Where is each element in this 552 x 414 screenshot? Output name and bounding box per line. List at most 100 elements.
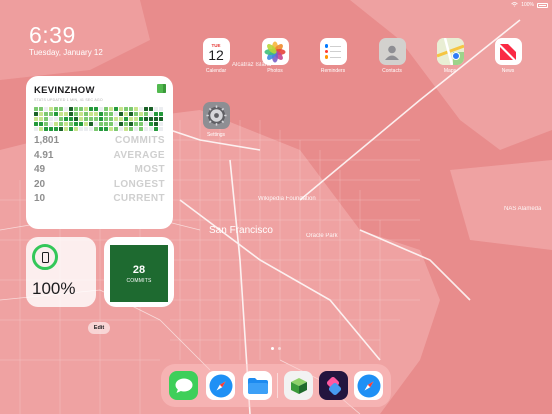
contribution-cell (39, 107, 43, 111)
reminders-icon (319, 38, 347, 65)
contribution-cell (49, 122, 53, 126)
stat-value: 49 (34, 164, 46, 175)
contribution-cell (64, 112, 68, 116)
contribution-cell (54, 122, 58, 126)
contribution-cell (64, 107, 68, 111)
contribution-cell (34, 107, 38, 111)
page-indicator[interactable] (271, 347, 281, 350)
lock-date: Tuesday, January 12 (29, 48, 103, 57)
contribution-cell (79, 122, 83, 126)
app-news[interactable]: News (488, 38, 528, 74)
contribution-cell (149, 107, 153, 111)
contribution-cell (154, 117, 158, 121)
app-reminders[interactable]: Reminders (313, 38, 353, 74)
contribution-cell (104, 107, 108, 111)
commits-label: COMMITS (126, 277, 152, 284)
stat-row: 49 MOST (34, 164, 165, 176)
contacts-icon (378, 38, 406, 65)
app-label: Calendar (205, 68, 227, 74)
github-stats-widget[interactable]: KEVINZHOW STATS UPDATED 1 MIN, 41 SEC AG… (26, 76, 173, 229)
contribution-cell (104, 112, 108, 116)
contribution-cell (44, 127, 48, 131)
files-icon[interactable] (243, 371, 272, 400)
app-label: Maps (443, 68, 457, 74)
battery-widget-percent: 100% (32, 279, 76, 298)
contribution-cell (59, 122, 63, 126)
contribution-cell (119, 107, 123, 111)
app-label: Photos (267, 68, 283, 74)
contribution-cell (154, 112, 158, 116)
contribution-cell (144, 122, 148, 126)
contribution-cell (149, 117, 153, 121)
commits-widget[interactable]: 28 COMMITS (104, 237, 174, 307)
shortcuts-icon[interactable] (319, 371, 348, 400)
photos-icon (261, 38, 289, 65)
contribution-cell (49, 107, 53, 111)
battery-widget[interactable]: 100% (26, 237, 96, 307)
contribution-cell (34, 127, 38, 131)
contribution-cell (69, 122, 73, 126)
contribution-cell (54, 112, 58, 116)
messages-icon[interactable] (169, 371, 198, 400)
contribution-cell (44, 117, 48, 121)
app-contacts[interactable]: Contacts (372, 38, 412, 74)
contribution-cell (104, 117, 108, 121)
contribution-cell (159, 112, 163, 116)
contribution-cell (54, 127, 58, 131)
app-settings[interactable]: Settings (196, 102, 236, 138)
contribution-cell (94, 107, 98, 111)
contribution-cell (124, 117, 128, 121)
contribution-cell (84, 107, 88, 111)
contribution-cell (74, 107, 78, 111)
contribution-cell (109, 127, 113, 131)
app-maps[interactable]: Maps (430, 38, 470, 74)
contribution-cell (129, 127, 133, 131)
contribution-cell (99, 112, 103, 116)
contribution-cell (134, 117, 138, 121)
safari-icon[interactable] (206, 371, 235, 400)
contribution-cell (54, 107, 58, 111)
contribution-cell (79, 107, 83, 111)
contribution-cell (154, 122, 158, 126)
wifi-icon (511, 1, 518, 9)
contribution-cell (159, 122, 163, 126)
contribution-cell (139, 117, 143, 121)
app-photos[interactable]: Photos (255, 38, 295, 74)
widget-username: KEVINZHOW (34, 85, 95, 96)
stat-label: AVERAGE (113, 149, 165, 161)
contribution-cell (64, 127, 68, 131)
contribution-cell (94, 127, 98, 131)
map-label-nas: NAS Alameda (504, 206, 542, 212)
battery-icon (537, 2, 548, 8)
cube-app-icon[interactable] (284, 371, 313, 400)
contribution-cell (59, 112, 63, 116)
stat-label: COMMITS (114, 135, 165, 146)
contribution-cell (119, 127, 123, 131)
contribution-cell (124, 122, 128, 126)
contribution-cell (89, 107, 93, 111)
gear-icon (202, 102, 230, 129)
contribution-cell (89, 122, 93, 126)
page-dot[interactable] (278, 347, 281, 350)
commits-count: 28 (132, 263, 146, 276)
contribution-cell (69, 117, 73, 121)
status-bar: 100% (511, 1, 548, 9)
edit-widgets-button[interactable]: Edit (88, 322, 110, 334)
contribution-cell (114, 117, 118, 121)
contribution-cell (159, 127, 163, 131)
page-dot[interactable] (271, 347, 274, 350)
calendar-icon: TUE 12 (202, 38, 230, 65)
safari-recent-icon[interactable] (354, 371, 383, 400)
contribution-cell (119, 117, 123, 121)
map-label-oracle: Oracle Park (306, 233, 338, 239)
widget-subtitle: STATS UPDATED 1 MIN, 41 SEC AGO (34, 98, 103, 102)
contribution-cell (139, 112, 143, 116)
contribution-cell (99, 117, 103, 121)
app-calendar[interactable]: TUE 12 Calendar (196, 38, 236, 74)
contribution-cell (69, 107, 73, 111)
app-label: Contacts (382, 68, 402, 74)
contribution-cell (84, 122, 88, 126)
contribution-cell (84, 127, 88, 131)
contribution-cell (69, 127, 73, 131)
stat-value: 1,801 (34, 135, 60, 146)
